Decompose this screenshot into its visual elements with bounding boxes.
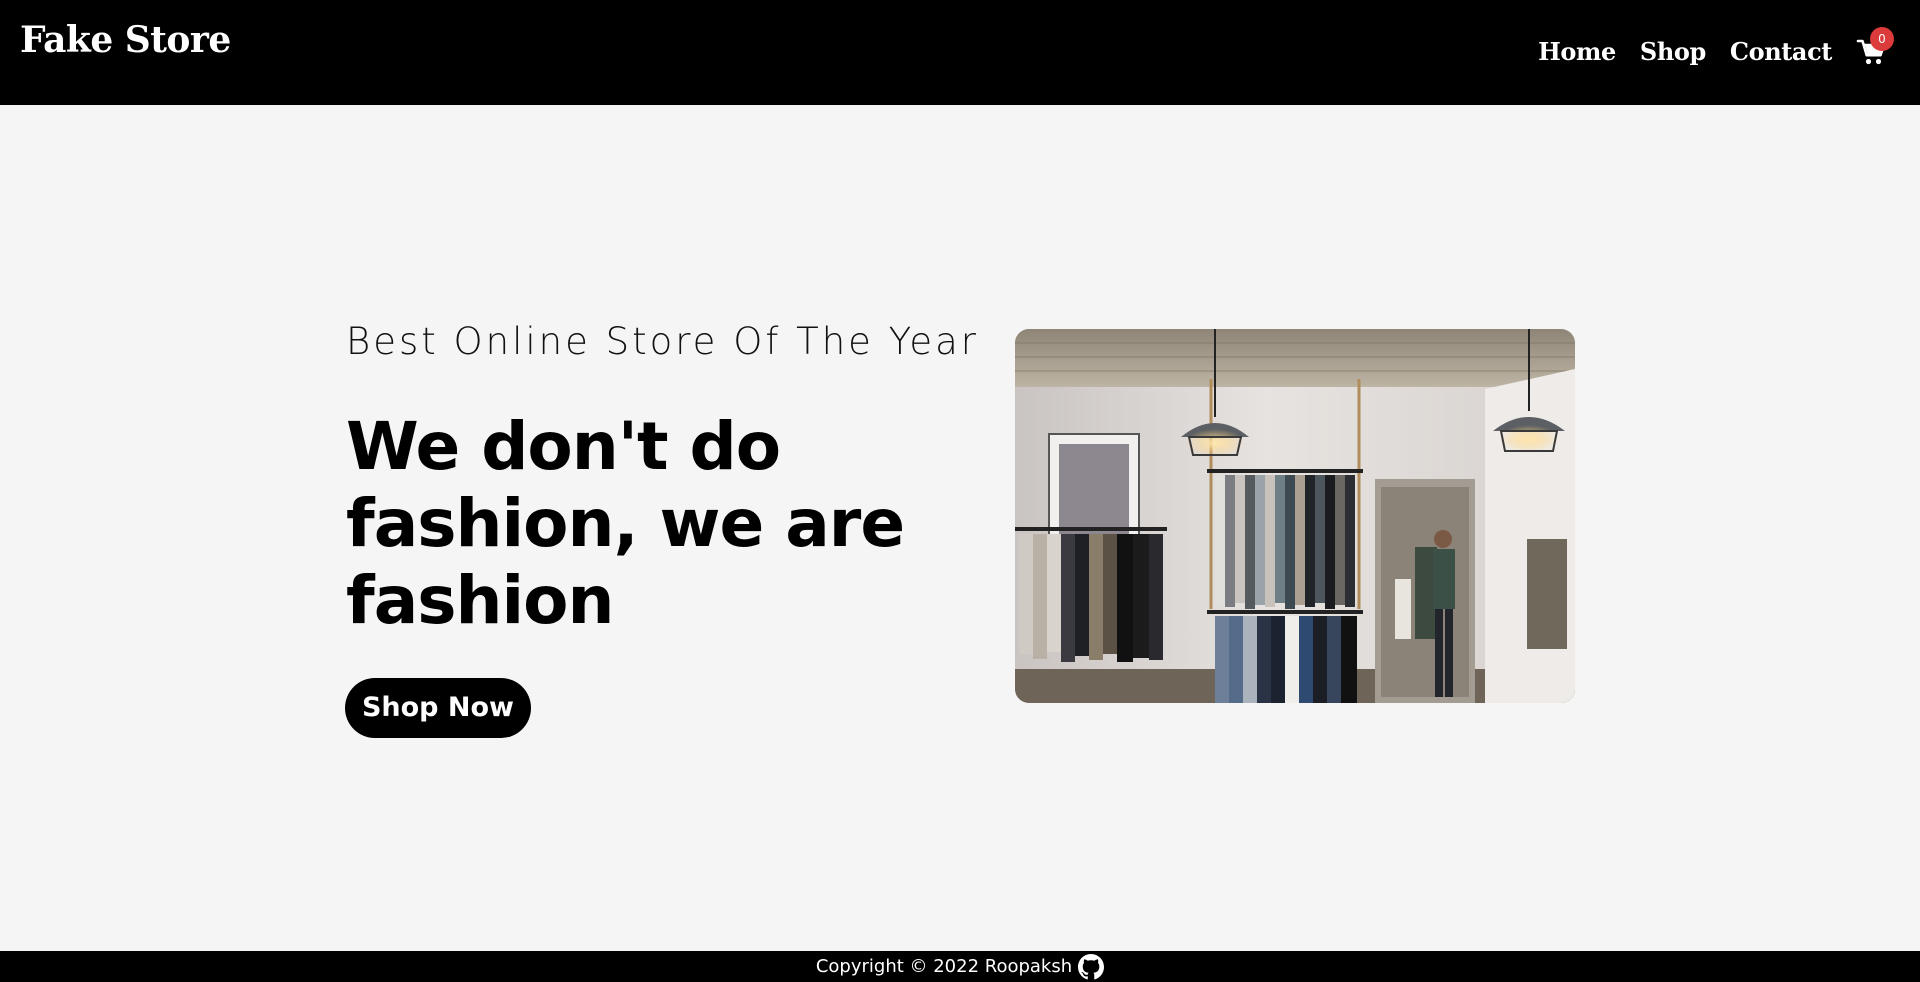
nav-link-contact[interactable]: Contact bbox=[1730, 36, 1833, 68]
hero-text: Best Online Store Of The Year We don't d… bbox=[346, 318, 986, 639]
top-navbar: Fake Store Home Shop Contact 0 bbox=[0, 0, 1920, 105]
nav-link-home[interactable]: Home bbox=[1538, 36, 1616, 68]
github-icon[interactable] bbox=[1078, 953, 1105, 980]
cart-button[interactable]: 0 bbox=[1856, 27, 1894, 68]
hero-headline: We don't do fashion, we are fashion bbox=[346, 408, 905, 639]
hero-store-image bbox=[1015, 329, 1575, 703]
nav-links: Home Shop Contact 0 bbox=[1538, 27, 1894, 68]
copyright-text: Copyright © 2022 Roopaksh bbox=[815, 956, 1073, 977]
brand-logo[interactable]: Fake Store bbox=[20, 18, 231, 62]
nav-link-shop[interactable]: Shop bbox=[1640, 36, 1706, 68]
cart-count-badge: 0 bbox=[1870, 27, 1894, 51]
page-footer: Copyright © 2022 Roopaksh bbox=[0, 951, 1920, 982]
shop-now-button[interactable]: Shop Now bbox=[345, 678, 531, 738]
hero-tagline: Best Online Store Of The Year bbox=[346, 320, 980, 363]
